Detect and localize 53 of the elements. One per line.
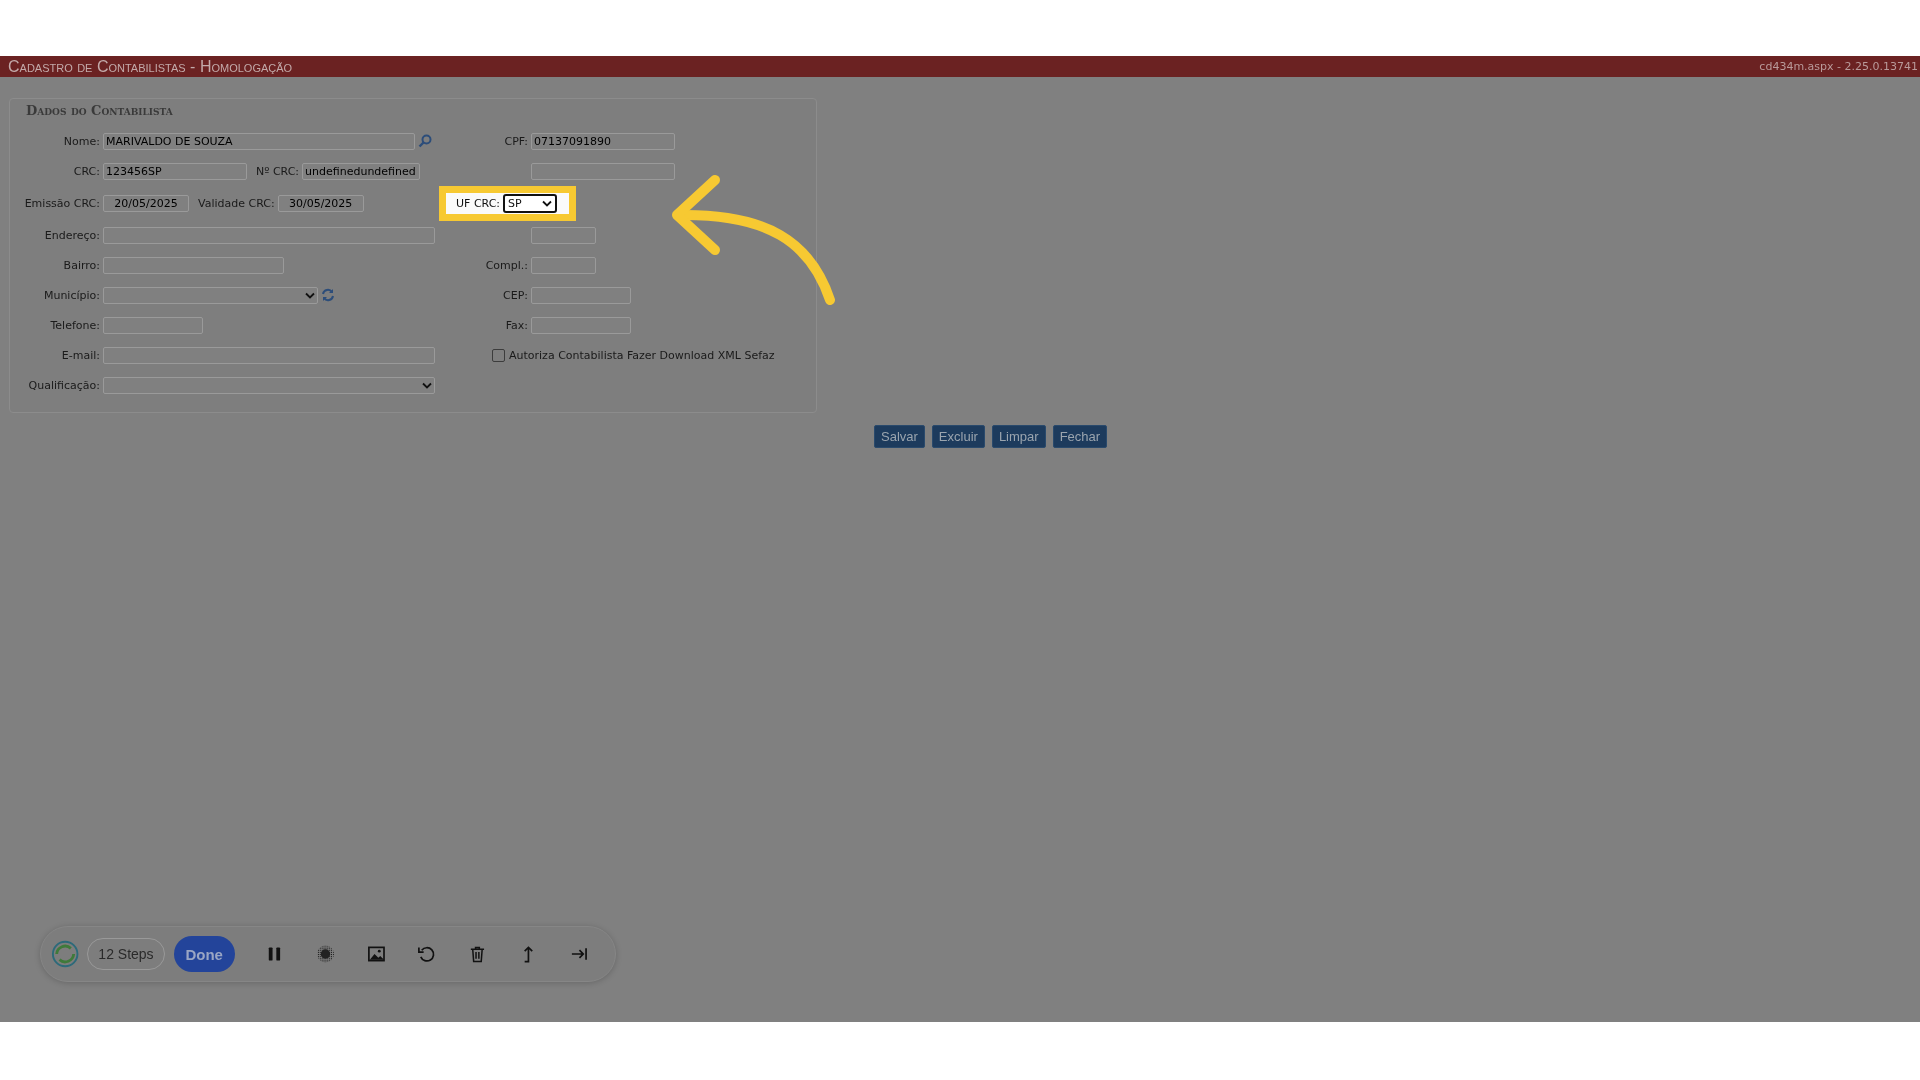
input-field[interactable] [103,256,284,274]
input-field[interactable] [103,316,203,334]
undo-icon[interactable] [417,944,437,964]
input-field[interactable] [531,286,631,304]
field-label: Município: [42,288,100,302]
chevron-down-icon [422,381,432,389]
field-label: CRC: [72,164,100,178]
chevron-down-icon [305,291,315,299]
swirl-logo-icon [51,939,80,969]
section-title: Dados do Contabilista [26,103,174,118]
field-label: Endereço: [43,228,100,242]
field-label: E-mail: [60,348,100,362]
field-label: Validade CRC: [198,196,275,210]
field-label: CPF: [503,134,528,148]
checkbox[interactable] [492,348,505,362]
input-field[interactable]: 123456SP [103,162,247,180]
action-button[interactable]: Excluir [931,425,985,448]
dotted-pattern-icon[interactable] [315,944,335,964]
chevron-down-icon [542,199,553,207]
checkbox-label: Autoriza Contabilista Fazer Download XML Sefaz [509,348,775,362]
input-field[interactable] [103,226,435,244]
action-button[interactable]: Salvar [874,425,925,448]
search-icon[interactable] [418,134,432,148]
dropdown-field[interactable]: SP [503,193,558,213]
field-label: Telefone: [49,318,100,332]
input-field[interactable] [531,162,675,180]
field-label: Qualificação: [27,378,100,392]
input-field[interactable] [531,316,631,334]
page-title: Cadastro de Contabilistas - Homologação [8,57,293,76]
field-label: Nº CRC: [256,164,300,178]
input-field[interactable] [531,226,596,244]
dropdown-field[interactable] [103,376,435,394]
input-field[interactable]: 30/05/2025 [277,194,364,212]
field-label: CEP: [502,288,528,302]
field-label: Compl.: [484,258,528,272]
input-field[interactable] [531,256,596,274]
field-label: Bairro: [62,258,100,272]
field-label: Emissão CRC: [23,196,100,210]
done-button[interactable]: Done [173,936,235,972]
action-button[interactable]: Fechar [1052,425,1108,448]
action-button[interactable]: Limpar [991,425,1046,448]
field-label: Fax: [504,318,528,332]
input-field[interactable]: 20/05/2025 [103,194,189,212]
input-field[interactable]: MARIVALDO DE SOUZA [103,132,415,150]
version-label: cd434m.aspx - 2.25.0.13741 [1759,60,1918,73]
dropdown-field[interactable] [103,286,318,304]
input-field[interactable]: undefinedundefined [302,162,421,180]
field-label: Nome: [62,134,100,148]
image-icon[interactable] [366,944,386,964]
field-label: UF CRC: [456,196,501,210]
input-field[interactable]: 07137091890 [531,132,675,150]
refresh-icon[interactable] [321,288,335,302]
input-field[interactable] [103,346,435,364]
